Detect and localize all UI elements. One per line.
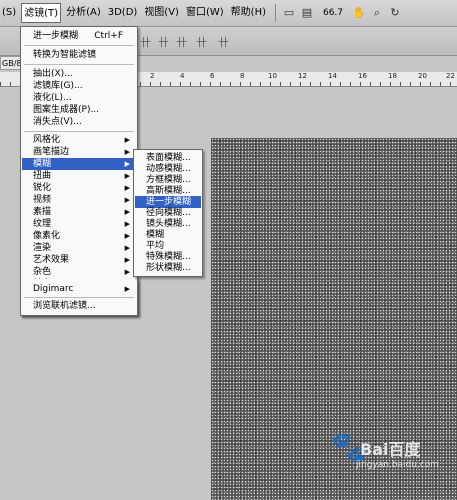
- menu-item-label: 艺术效果: [33, 255, 70, 265]
- submenu-arrow-icon: ▶: [124, 136, 130, 144]
- ruler-number: 8: [240, 72, 245, 80]
- menu-bar: (S) 滤镜(T) 分析(A) 3D(D) 视图(V) 窗口(W) 帮助(H) …: [0, 0, 457, 27]
- submenu-arrow-icon: ▶: [124, 184, 130, 192]
- zoom-tool-icon[interactable]: ⌕: [368, 5, 386, 21]
- ruler-number: 22: [446, 72, 455, 80]
- menu-item-shape-blur[interactable]: 形状模糊...: [135, 262, 201, 274]
- watermark-subtext: jingyan.baidu.com: [356, 460, 440, 470]
- arrange-documents-icon[interactable]: ▤: [298, 5, 316, 21]
- toolbar-separator: [275, 4, 276, 22]
- menu-item-label: 进一步模糊: [33, 31, 79, 41]
- menu-item-last-filter[interactable]: 进一步模糊 Ctrl+F: [22, 30, 136, 42]
- distribute-horizontal-icon[interactable]: 卄: [218, 34, 229, 50]
- align-bottom-icon[interactable]: 卄: [176, 34, 187, 50]
- ruler-number: 4: [180, 72, 185, 80]
- menu-separator: [24, 45, 134, 46]
- submenu-arrow-icon: ▶: [124, 244, 130, 252]
- menu-item-vanishing-point[interactable]: 消失点(V)...: [22, 116, 136, 128]
- menu-item-blur[interactable]: 模糊 ▶: [22, 158, 136, 170]
- submenu-arrow-icon: ▶: [124, 208, 130, 216]
- baidu-watermark: 🐾 Bai百度 jingyan.baidu.com: [330, 430, 455, 490]
- menu-item-label: 素描: [33, 207, 52, 217]
- menu-item-artistic[interactable]: 艺术效果 ▶: [22, 254, 136, 266]
- align-vcenter-icon[interactable]: 卄: [158, 34, 169, 50]
- menu-separator: [24, 297, 134, 298]
- menu-item-brush-strokes[interactable]: 画笔描边 ▶: [22, 146, 136, 158]
- submenu-arrow-icon: ▶: [124, 196, 130, 204]
- ruler-number: 18: [388, 72, 397, 80]
- menu-item-video[interactable]: 视频 ▶: [22, 194, 136, 206]
- submenu-arrow-icon: ▶: [124, 160, 130, 168]
- menu-select[interactable]: (S): [0, 3, 18, 23]
- submenu-arrow-icon: ▶: [124, 220, 130, 228]
- menu-item-label: 模糊: [33, 159, 52, 169]
- menu-3d[interactable]: 3D(D): [106, 3, 140, 23]
- align-top-icon[interactable]: 卄: [140, 34, 151, 50]
- menu-item-label: 画笔描边: [33, 147, 70, 157]
- submenu-arrow-icon: ▶: [124, 148, 130, 156]
- ruler-number: 16: [358, 72, 367, 80]
- menu-item-label: 风格化: [33, 135, 61, 145]
- menu-item-browse-online[interactable]: 浏览联机滤镜...: [22, 300, 136, 312]
- menu-item-label: 渲染: [33, 243, 52, 253]
- menu-item-label: 视频: [33, 195, 52, 205]
- menu-item-stylize[interactable]: 风格化 ▶: [22, 134, 136, 146]
- shortcut-label: Ctrl+F: [94, 31, 123, 41]
- submenu-arrow-icon: ▶: [124, 285, 130, 293]
- rotate-view-icon[interactable]: ↻: [386, 5, 404, 21]
- filter-menu: 进一步模糊 Ctrl+F 转换为智能滤镜 抽出(X)... 滤镜库(G)... 液…: [20, 26, 138, 316]
- menu-window[interactable]: 窗口(W): [184, 3, 226, 23]
- menu-item-label: 杂色: [33, 267, 52, 277]
- distribute-icon[interactable]: 卄: [196, 34, 207, 50]
- menu-item-distort[interactable]: 扭曲 ▶: [22, 170, 136, 182]
- menu-item-label: 纹理: [33, 219, 52, 229]
- zoom-level[interactable]: 66.7: [316, 8, 350, 18]
- ruler-number: 2: [150, 72, 155, 80]
- menu-view[interactable]: 视图(V): [142, 3, 181, 23]
- blur-submenu: 表面模糊... 动感模糊... 方框模糊... 高斯模糊... 进一步模糊 径向…: [133, 149, 203, 277]
- menu-help[interactable]: 帮助(H): [229, 3, 268, 23]
- menu-item-filter-gallery[interactable]: 滤镜库(G)...: [22, 80, 136, 92]
- submenu-arrow-icon: ▶: [124, 232, 130, 240]
- menu-item-label: 锐化: [33, 183, 52, 193]
- menu-item-noise[interactable]: 杂色 ▶: [22, 266, 136, 278]
- menu-separator: [24, 131, 134, 132]
- document-tab[interactable]: GB/8: [0, 56, 22, 70]
- menu-item-sharpen[interactable]: 锐化 ▶: [22, 182, 136, 194]
- ruler-number: 12: [298, 72, 307, 80]
- menu-item-render[interactable]: 渲染 ▶: [22, 242, 136, 254]
- menu-item-sketch[interactable]: 素描 ▶: [22, 206, 136, 218]
- menu-item-label: 扭曲: [33, 171, 52, 181]
- ruler-number: 6: [210, 72, 215, 80]
- submenu-arrow-icon: ▶: [124, 256, 130, 264]
- ruler-number: 14: [328, 72, 337, 80]
- watermark-text: Bai百度: [360, 440, 421, 459]
- menu-filter[interactable]: 滤镜(T): [21, 3, 62, 23]
- menu-item-digimarc[interactable]: Digimarc ▶: [22, 283, 136, 295]
- menu-item-liquify[interactable]: 液化(L)...: [22, 92, 136, 104]
- submenu-arrow-icon: ▶: [124, 268, 130, 276]
- menu-item-extract[interactable]: 抽出(X)...: [22, 68, 136, 80]
- menu-item-pattern-maker[interactable]: 图案生成器(P)...: [22, 104, 136, 116]
- menu-item-label: Digimarc: [33, 284, 74, 294]
- menu-separator: [24, 64, 134, 65]
- menu-item-pixelate[interactable]: 像素化 ▶: [22, 230, 136, 242]
- menu-analysis[interactable]: 分析(A): [64, 3, 103, 23]
- menu-item-convert-smart-filter[interactable]: 转换为智能滤镜: [22, 49, 136, 61]
- screen-mode-icon[interactable]: ▭: [280, 5, 298, 21]
- submenu-arrow-icon: ▶: [124, 172, 130, 180]
- menu-item-label: 像素化: [33, 231, 61, 241]
- ruler-number: 20: [418, 72, 427, 80]
- filter-menu-lower: Digimarc ▶ 浏览联机滤镜...: [20, 279, 138, 316]
- ruler-number: 10: [268, 72, 277, 80]
- hand-tool-icon[interactable]: ✋: [350, 5, 368, 21]
- menu-item-texture[interactable]: 纹理 ▶: [22, 218, 136, 230]
